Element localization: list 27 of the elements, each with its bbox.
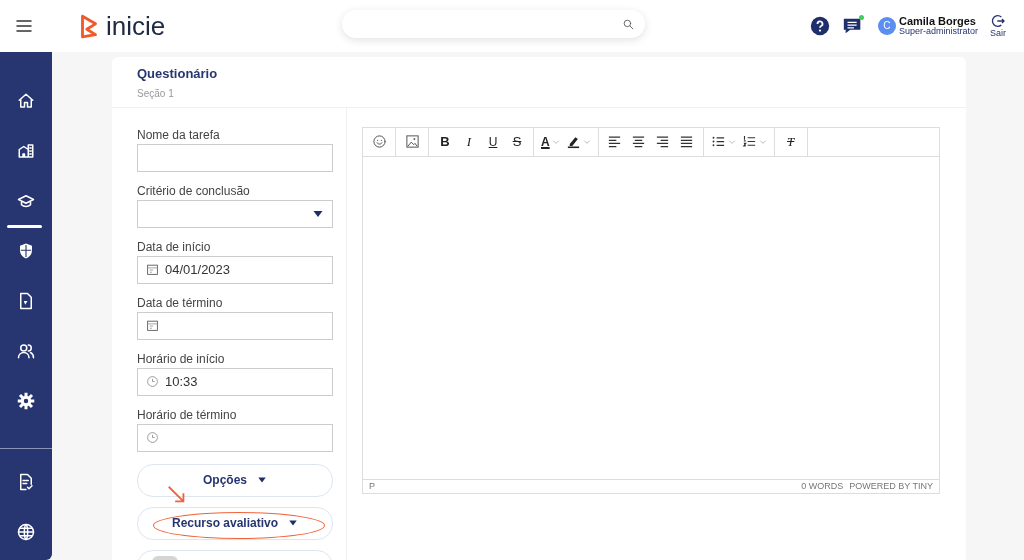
italic-button[interactable]: I — [457, 129, 481, 154]
branding-link[interactable]: POWERED BY TINY — [849, 479, 933, 493]
card-subtitle: Seção 1 — [137, 86, 175, 101]
text-color-button[interactable]: A — [538, 129, 563, 154]
strikethrough-button[interactable]: S — [505, 129, 529, 154]
user-role: Super-administrator — [898, 27, 978, 37]
logo-text: inicie — [106, 13, 166, 39]
field-value: 10:33 — [165, 372, 198, 391]
element-path: P — [369, 479, 375, 493]
field-value: 04/01/2023 — [165, 260, 231, 279]
field-label: Horário de início — [137, 351, 226, 366]
dropdown-button[interactable]: Opções — [137, 463, 333, 497]
logout-button[interactable]: Sair — [990, 13, 1006, 39]
field-label: Critério de conclusão — [137, 183, 251, 198]
underline-button[interactable]: U — [481, 129, 505, 154]
user-name: Camila Borges — [898, 15, 977, 27]
card-title: Questionário — [137, 65, 219, 83]
field-label: Data de término — [137, 295, 224, 310]
word-count: 0 WORDS — [801, 479, 844, 493]
time-field[interactable]: 10:33 — [137, 367, 333, 396]
field-label: Data de início — [137, 239, 212, 254]
avatar: C — [877, 17, 896, 35]
clear-format-button[interactable]: T — [778, 129, 803, 154]
bold-button[interactable]: B — [433, 129, 457, 154]
field-label: Nome da tarefa — [137, 127, 221, 142]
date-field[interactable]: 04/01/2023 — [137, 255, 333, 284]
field-label: Horário de término — [137, 407, 238, 422]
